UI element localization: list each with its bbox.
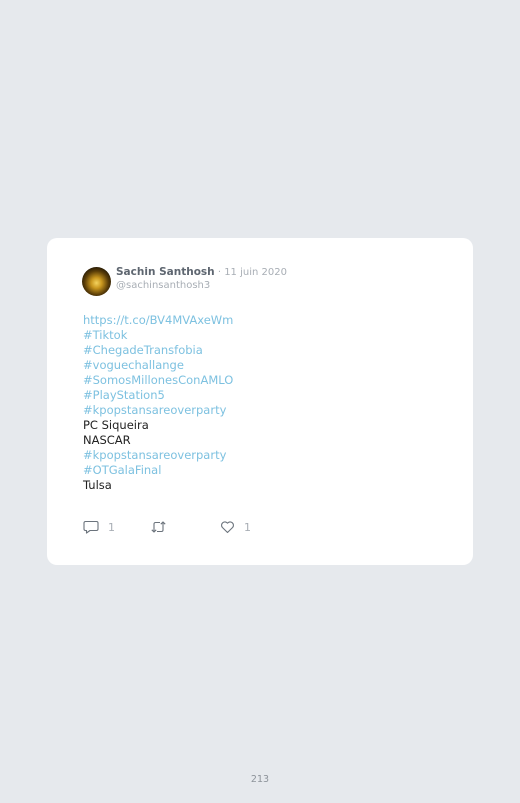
heart-icon (220, 520, 235, 534)
author-name[interactable]: Sachin Santhosh (116, 266, 215, 278)
hashtag[interactable]: #OTGalaFinal (83, 463, 233, 478)
reply-button[interactable]: 1 (83, 520, 150, 534)
hashtag[interactable]: #kpopstansareoverparty (83, 448, 233, 463)
tweet-link[interactable]: https://t.co/BV4MVAxeWm (83, 313, 233, 328)
tweet-header: Sachin Santhosh · 11 juin 2020 @sachinsa… (82, 266, 287, 296)
hashtag[interactable]: #SomosMillonesConAMLO (83, 373, 233, 388)
tweet-body: https://t.co/BV4MVAxeWm #Tiktok #Chegade… (83, 313, 233, 493)
tweet-card: Sachin Santhosh · 11 juin 2020 @sachinsa… (47, 238, 473, 565)
hashtag[interactable]: #ChegadeTransfobia (83, 343, 233, 358)
tweet-date[interactable]: 11 juin 2020 (224, 267, 287, 278)
reply-count: 1 (108, 520, 115, 534)
like-count: 1 (244, 520, 251, 534)
text-line: NASCAR (83, 433, 131, 447)
hashtag[interactable]: #Tiktok (83, 328, 233, 343)
like-button[interactable]: 1 (220, 520, 251, 534)
text-line: PC Siqueira (83, 418, 149, 432)
retweet-icon (150, 520, 167, 534)
hashtag[interactable]: #PlayStation5 (83, 388, 233, 403)
author-handle[interactable]: @sachinsanthosh3 (116, 279, 287, 292)
hashtag[interactable]: #voguechallange (83, 358, 233, 373)
retweet-button[interactable] (150, 520, 220, 534)
author-line: Sachin Santhosh · 11 juin 2020 (116, 266, 287, 279)
avatar[interactable] (82, 267, 111, 296)
speech-bubble-icon (83, 520, 99, 534)
hashtag[interactable]: #kpopstansareoverparty (83, 403, 233, 418)
page-number: 213 (250, 774, 270, 785)
separator: · (214, 267, 225, 278)
tweet-actions: 1 1 (83, 520, 251, 534)
text-line: Tulsa (83, 478, 112, 492)
author-meta: Sachin Santhosh · 11 juin 2020 @sachinsa… (116, 266, 287, 292)
